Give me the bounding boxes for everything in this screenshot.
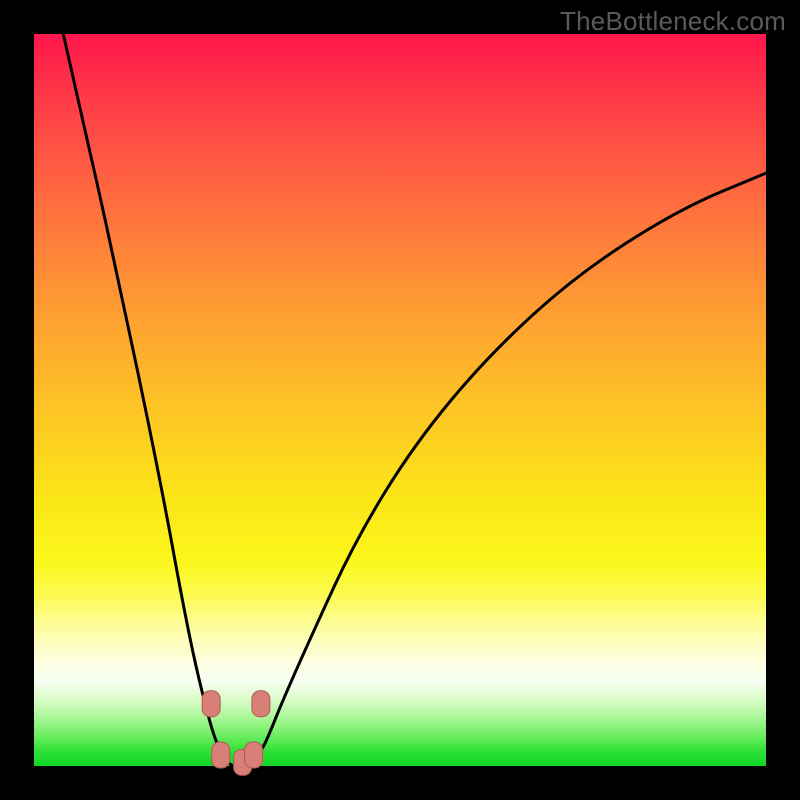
data-marker (245, 742, 263, 768)
bottleneck-curve (63, 34, 766, 766)
chart-svg (34, 34, 766, 766)
watermark-text: TheBottleneck.com (560, 6, 786, 37)
plot-area (34, 34, 766, 766)
data-marker (252, 691, 270, 717)
data-marker (202, 691, 220, 717)
chart-frame: TheBottleneck.com (0, 0, 800, 800)
data-marker (212, 742, 230, 768)
